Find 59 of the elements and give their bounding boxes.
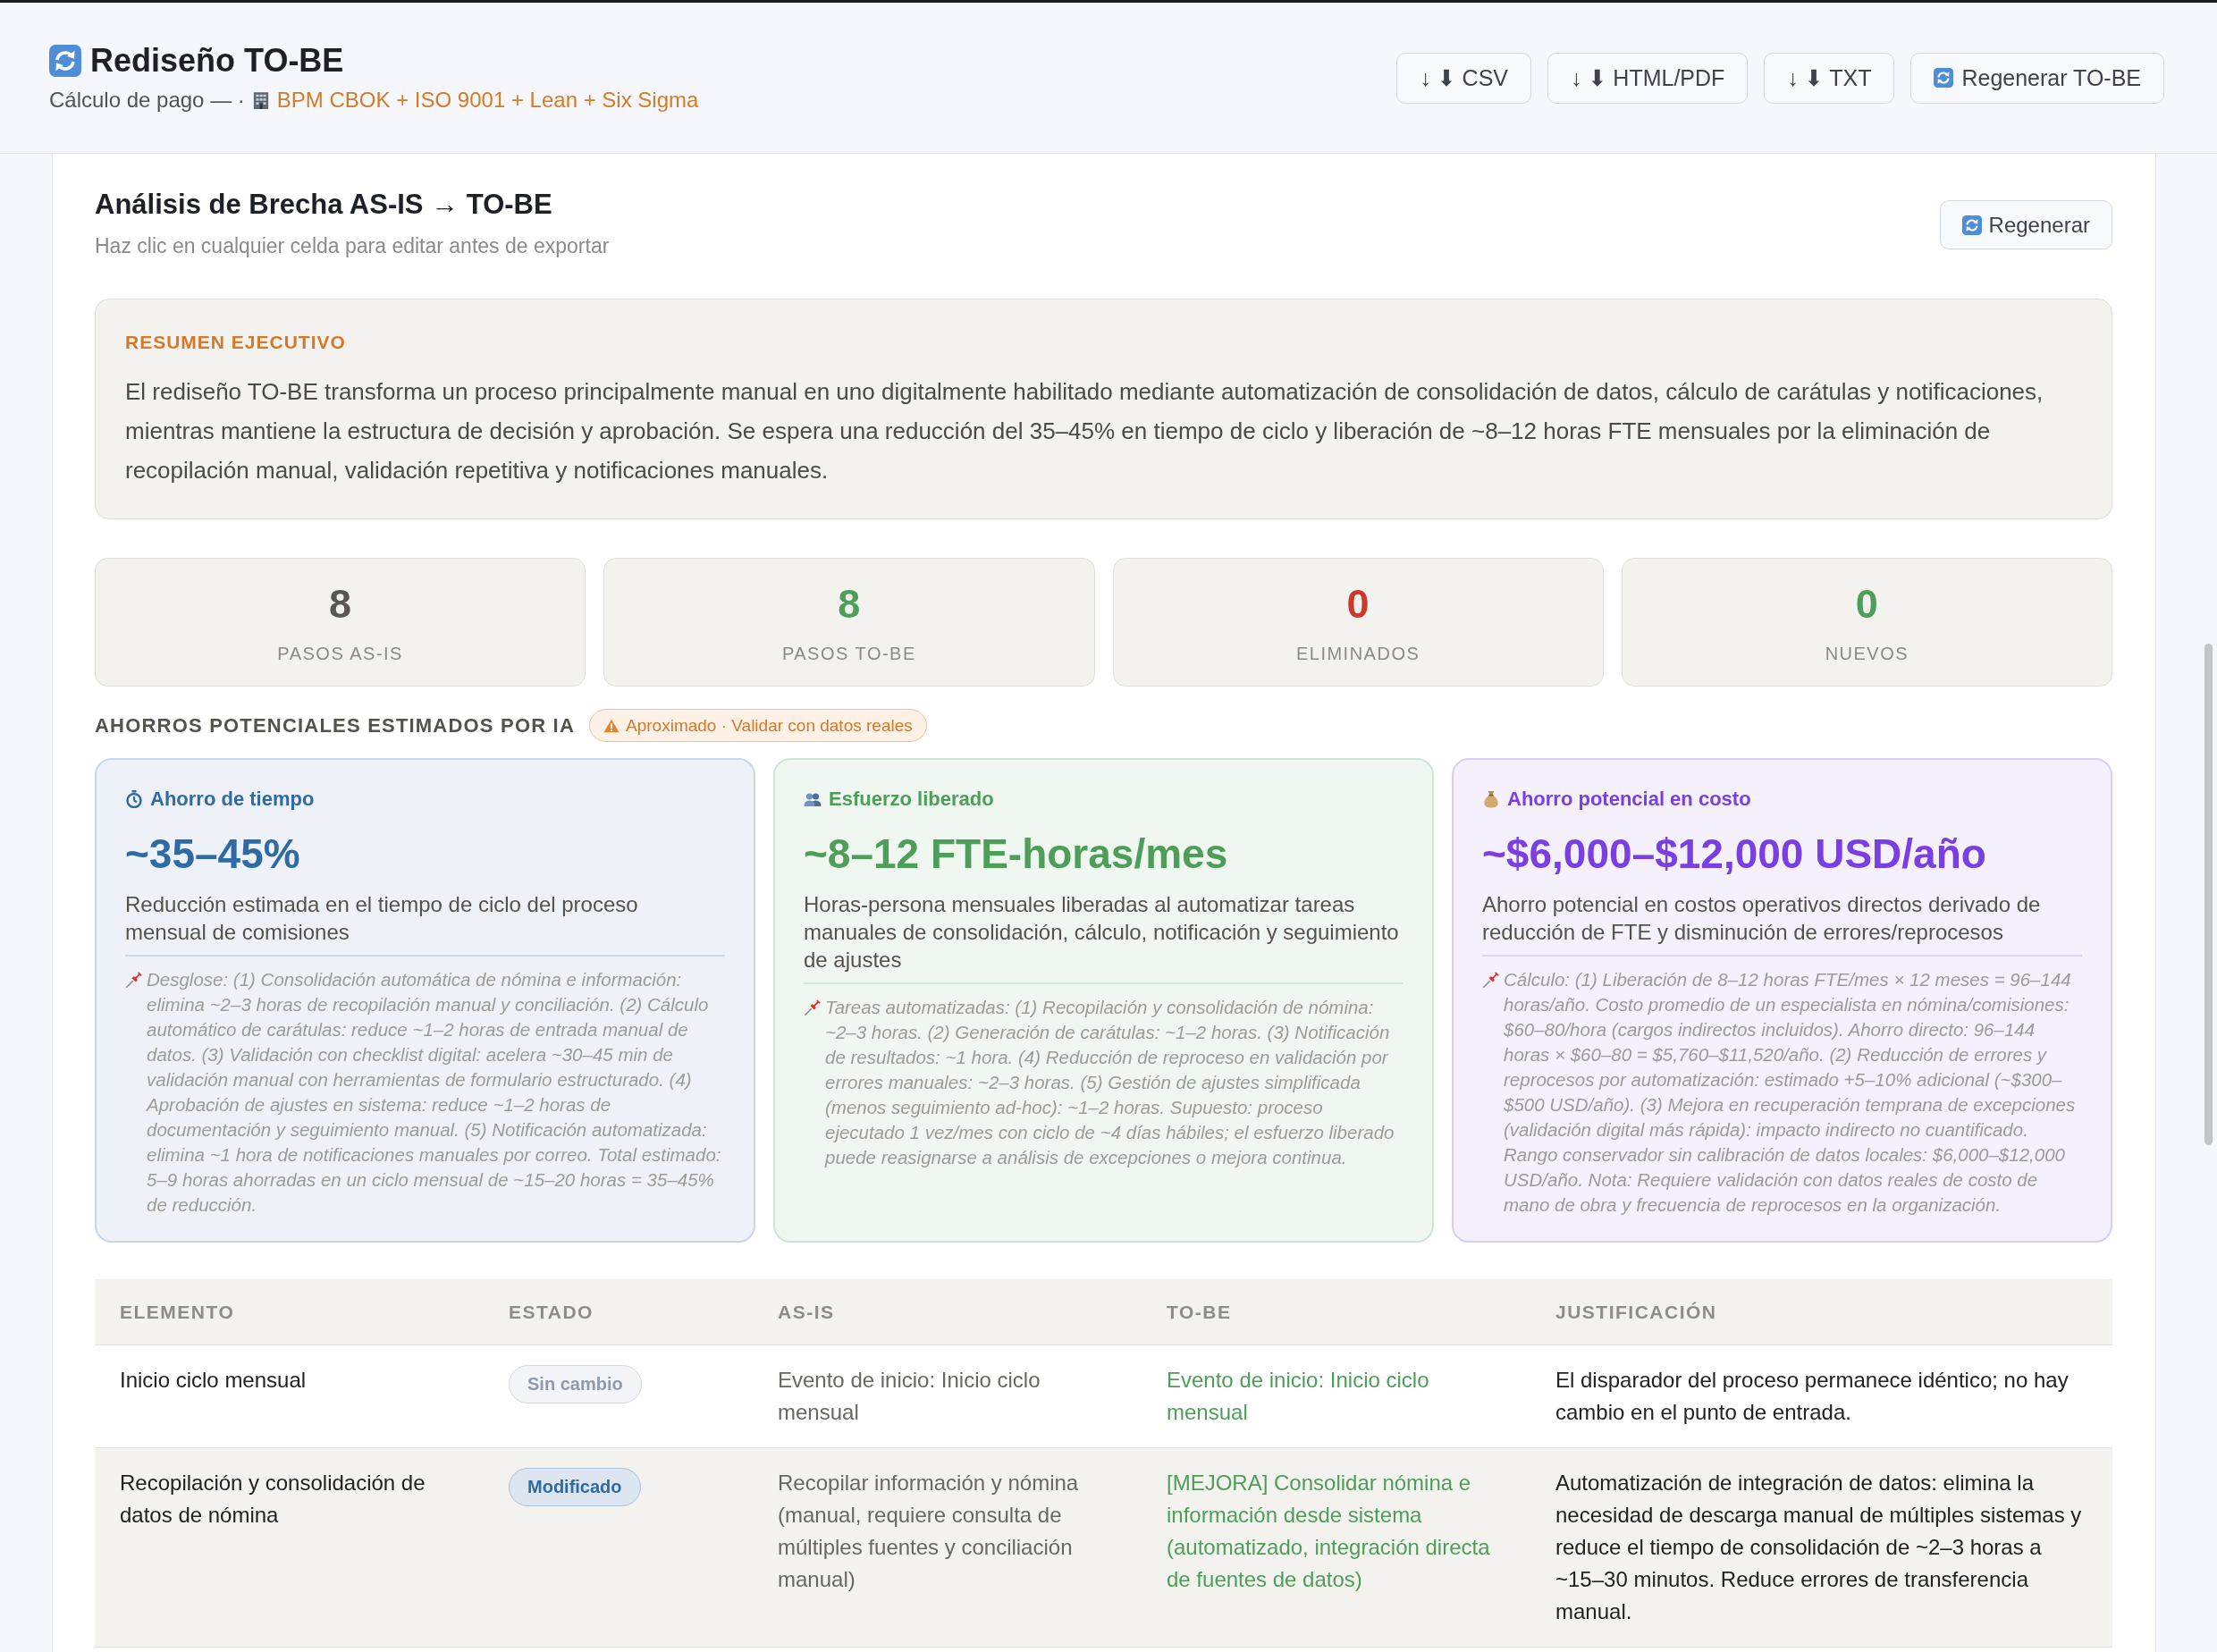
summary-label: RESUMEN EJECUTIVO (125, 331, 347, 354)
savings-value: ~$6,000–$12,000 USD/año (1482, 830, 1987, 877)
stat-value: 8 (838, 581, 861, 628)
column-header: ESTADO (484, 1279, 753, 1345)
export-button[interactable]: ↓ ⬇ HTML/PDF (1547, 52, 1749, 104)
table-cell[interactable]: Recopilar información y nómina (manual, requiere consulta de múltiples fuentes y conciliación manual) (753, 1447, 1142, 1648)
stat-label: NUEVOS (1825, 643, 1909, 665)
regenerate-button[interactable]: Regenerar (1939, 200, 2112, 249)
framework-label: BPM CBOK + ISO 9001 + Lean + Six Sigma (276, 87, 699, 114)
column-header: JUSTIFICACIÓN (1530, 1279, 2112, 1345)
regenerate-button[interactable]: Regenerar TO-BE (1910, 52, 2164, 104)
refresh-icon (1961, 215, 1982, 235)
card-note: Desglose: (1) Consolidación automática de nómina e información: elimina ~2–3 horas de recopilación manual y conciliación. (2) Cálculo automático de carátulas: reduce ~1–2 horas de entrada manual de datos. (3) Validación con checklist digital: acelera ~30–45 min de validación manual con herramientas de formulario estructurado. (4) Aprobación de ajustes en sistema: reduce ~1–2 horas de documentación y seguimiento manual. (5) Notificación automatizada: elimina ~1 hora de notificaciones manuales por correo. Total estimado: 5–9 horas ahorradas en un ciclo mensual de ~15–20 horas = 35–45% de reducción. (147, 968, 722, 1217)
pushpin-icon (804, 999, 822, 1016)
building-icon (251, 91, 270, 109)
table-cell[interactable]: Recopilación y consolidación de datos de nómina (95, 1447, 484, 1648)
table-cell[interactable]: Inicio ciclo mensual (95, 1344, 484, 1448)
card-description: Reducción estimada en el tiempo de ciclo del proceso mensual de comisiones (125, 891, 639, 946)
card-note: Cálculo: (1) Liberación de 8–12 horas FTE/mes × 12 meses = 96–144 horas/año. Costo promedio de un especialista en nómina/comisiones: $60–80/hora (cargos indirectos incluidos). Ahorro directo: 96–144 horas × $60–80 = $5,760–$11,520/año. (2) Reducción de errores y reprocesos por automatización: estimado +5–10% adicional (~$300–$500 USD/año). (3) Mejora en recuperación temprana de excepciones (validación digital más rápida): impacto indirecto no cuantificado. Rango conservador sin calibración de datos locales: $6,000–$12,000 USD/año. Nota: Requiere validación con datos reales de costo de mano de obra y frecuencia de reprocesos en la organización. (1504, 968, 2077, 1217)
refresh-icon (49, 45, 81, 77)
section-heading: AHORROS POTENCIALES ESTIMADOS POR IA (95, 712, 576, 738)
stat-value: 8 (329, 581, 352, 628)
section-title: Análisis de Brecha AS-IS → TO-BE (95, 188, 553, 222)
status-badge: Modificado (509, 1468, 641, 1506)
summary-text: El rediseño TO-BE transforma un proceso principalmente manual en uno digitalmente habilitado mediante automatización de consolidación de datos, cálculo de carátulas y notificaciones, mientras mantiene la estructura de decisión y aprobación. Se espera una reducción del 35–45% en tiempo de ciclo y liberación de ~8–12 horas FTE mensuales por la eliminación de recopilación manual, validación repetitiva y notificaciones manuales. (125, 377, 2044, 485)
card-description: Horas-persona mensuales liberadas al automatizar tareas manuales de consolidación, cálculo, notificación y seguimiento de ajustes (804, 891, 1400, 974)
pushpin-icon (1482, 971, 1500, 989)
page-title: Rediseño TO-BE (90, 41, 344, 80)
scrollbar-thumb[interactable] (2204, 644, 2213, 1145)
savings-value: ~8–12 FTE-horas/mes (804, 830, 1229, 877)
page-subtitle: Cálculo de pago — · (49, 87, 245, 114)
card-title: Esfuerzo liberado (829, 787, 994, 812)
export-button[interactable]: ↓ ⬇ CSV (1396, 52, 1531, 104)
sack-icon (1482, 790, 1500, 808)
notice-text: Aproximado · Validar con datos reales (626, 714, 913, 737)
stat-label: PASOS TO-BE (781, 643, 916, 665)
table-cell[interactable]: Evento de inicio: Inicio ciclo mensual (753, 1344, 1142, 1448)
stat-label: PASOS AS-IS (277, 643, 403, 665)
column-header: ELEMENTO (95, 1279, 484, 1345)
card-note: Tareas automatizadas: (1) Recopilación y consolidación de nómina: ~2–3 horas. (2) Generación de carátulas: ~1–2 horas. (3) Notificación de resultados: ~1 hora. (4) Reducción de reproceso en validación por errores manuales: ~2–3 horas. (5) Gestión de ajustes simplificada (menos seguimiento ad-hoc): ~1–2 horas. Supuesto: proceso ejecutado 1 vez/mes con ciclo de ~4 días hábiles; el esfuerzo liberado puede reasignarse a análisis de excepciones o mejora continua. (825, 996, 1395, 1169)
column-header: AS-IS (753, 1279, 1142, 1345)
pushpin-icon (125, 971, 143, 989)
stat-label: ELIMINADOS (1295, 643, 1420, 665)
stat-value: 0 (1346, 581, 1370, 628)
status-badge: Sin cambio (509, 1365, 642, 1403)
card-description: Ahorro potencial en costos operativos directos derivado de reducción de FTE y disminución de errores/reprocesos (1482, 891, 2042, 946)
export-button[interactable]: ↓ ⬇ TXT (1764, 52, 1895, 104)
hint-text: Haz clic en cualquier celda para editar antes de exportar (95, 233, 610, 259)
warning-icon (603, 718, 620, 733)
column-header: TO-BE (1142, 1279, 1530, 1345)
table-cell[interactable]: Automatización de integración de datos: elimina la necesidad de descarga manual de múltiples sistemas y reduce el tiempo de consolidación de ~2–3 horas a ~15–30 minutos. Reduce errores de transferencia manual. (1530, 1447, 2112, 1648)
stat-value: 0 (1855, 581, 1878, 628)
card-title: Ahorro potencial en costo (1507, 787, 1751, 812)
card-title: Ahorro de tiempo (150, 787, 315, 812)
people-icon (804, 790, 822, 808)
savings-value: ~35–45% (125, 830, 301, 877)
refresh-icon (1934, 68, 1954, 88)
stopwatch-icon (125, 790, 143, 808)
table-cell[interactable]: El disparador del proceso permanece idéntico; no hay cambio en el punto de entrada. (1530, 1344, 2112, 1448)
